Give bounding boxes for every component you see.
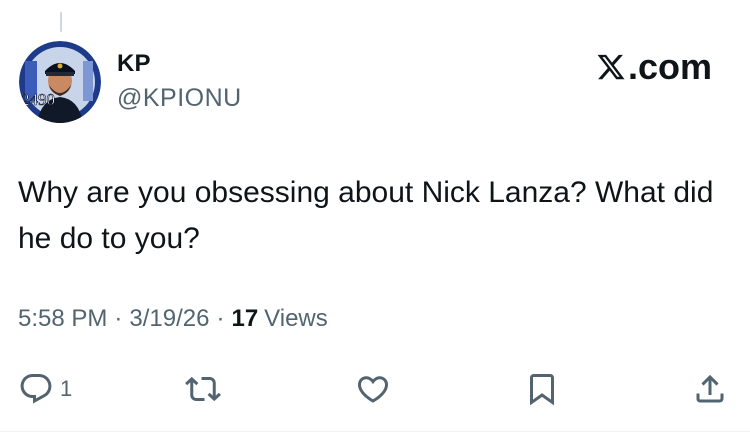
action-bar: 1 — [0, 367, 750, 411]
reply-icon — [20, 374, 52, 404]
reply-button[interactable]: 1 — [18, 367, 72, 411]
retweet-icon — [185, 376, 221, 402]
bookmark-button[interactable] — [524, 367, 560, 411]
author-handle[interactable]: @KPIONU — [117, 84, 242, 113]
thread-connector-line — [60, 12, 62, 32]
bookmark-icon — [530, 374, 554, 406]
tweet-text: Why are you obsessing about Nick Lanza? … — [18, 176, 714, 255]
avatar[interactable]: 2490 — [19, 41, 101, 123]
brand-domain: .com — [627, 46, 712, 87]
tweet-time[interactable]: 5:58 PM — [18, 305, 107, 333]
meta-separator: · — [216, 305, 225, 332]
views-count[interactable]: 17 — [231, 305, 258, 333]
heart-icon — [357, 376, 389, 403]
divider — [0, 431, 750, 432]
avatar-badge-number: 2490 — [21, 90, 55, 109]
meta-separator: · — [114, 305, 123, 332]
share-button[interactable] — [692, 367, 728, 411]
avatar-image: 2490 — [19, 41, 101, 123]
x-logo-icon — [597, 54, 625, 80]
reply-count: 1 — [60, 376, 73, 401]
tweet-meta: 5:58 PM · 3/19/26 · 17 Views — [18, 305, 328, 333]
retweet-button[interactable] — [185, 367, 221, 411]
tweet-date[interactable]: 3/19/26 — [129, 305, 209, 333]
share-icon — [696, 374, 724, 403]
x-com-brand: .com — [596, 46, 712, 88]
author-name[interactable]: KP — [117, 50, 151, 78]
like-button[interactable] — [355, 367, 391, 411]
views-label[interactable]: Views — [264, 305, 328, 333]
